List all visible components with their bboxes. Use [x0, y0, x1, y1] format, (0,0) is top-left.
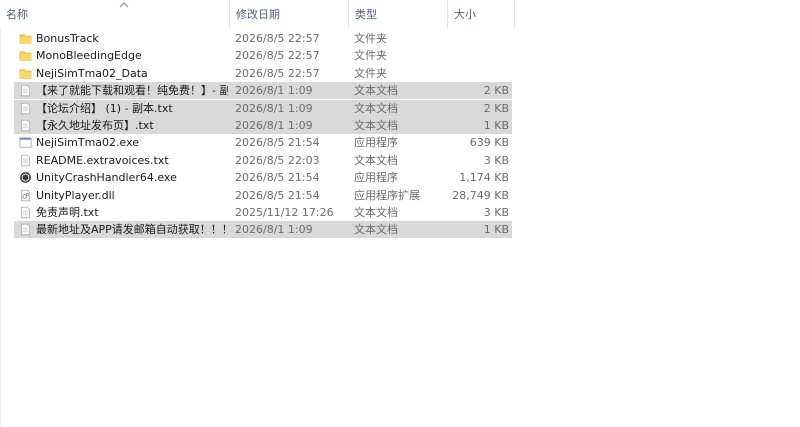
- folder-icon: [19, 65, 33, 82]
- file-date: 2026/8/5 21:54: [235, 171, 320, 185]
- file-row[interactable]: 【永久地址发布页】.txt 2026/8/1 1:09 文本文档 1 KB: [14, 117, 512, 134]
- text-file-icon: [19, 221, 33, 238]
- file-size: 1 KB: [483, 119, 509, 132]
- file-size: 1 KB: [483, 223, 509, 237]
- sort-ascending-icon: [119, 2, 129, 8]
- file-row[interactable]: 【来了就能下载和观看！纯免费！】- 副... 2026/8/1 1:09 文本文档 2…: [14, 82, 512, 100]
- file-type: 应用程序: [354, 136, 398, 150]
- file-date: 2026/8/5 22:57: [235, 49, 320, 63]
- column-header-size[interactable]: 大小: [448, 0, 514, 28]
- folder-icon: [19, 30, 33, 47]
- file-size: 3 KB: [483, 153, 509, 167]
- file-type: 文本文档: [354, 206, 398, 219]
- file-date: 2026/8/5 22:03: [235, 153, 320, 167]
- folder-icon: [19, 47, 33, 64]
- file-size: [444, 65, 509, 82]
- file-name: 【来了就能下载和观看！纯免费！】- 副...: [36, 84, 228, 98]
- column-header-type[interactable]: 类型: [349, 0, 447, 28]
- unity-icon: [19, 169, 33, 186]
- file-date: 2026/8/5 22:57: [235, 66, 320, 80]
- text-file-icon: [19, 204, 33, 221]
- file-date: 2026/8/1 1:09: [235, 84, 313, 98]
- column-divider[interactable]: [514, 0, 515, 28]
- file-row[interactable]: MonoBleedingEdge 2026/8/5 22:57 文件夹: [14, 47, 512, 64]
- file-type: 文本文档: [354, 223, 398, 237]
- column-header-name[interactable]: 名称: [0, 0, 229, 28]
- file-name: BonusTrack: [36, 32, 99, 45]
- text-file-icon: [19, 100, 33, 117]
- file-type: 应用程序: [354, 171, 398, 185]
- file-name: UnityCrashHandler64.exe: [36, 171, 177, 185]
- file-name: MonoBleedingEdge: [36, 49, 142, 63]
- file-date: 2026/8/1 1:09: [235, 119, 313, 132]
- file-type: 文本文档: [354, 101, 398, 115]
- text-file-icon: [19, 152, 33, 169]
- column-header-date-label: 修改日期: [236, 8, 280, 21]
- file-type: 文本文档: [354, 84, 398, 98]
- file-size: 3 KB: [483, 206, 509, 219]
- exe-icon: [19, 134, 33, 151]
- file-date: 2025/11/12 17:26: [235, 206, 334, 219]
- file-date: 2026/8/1 1:09: [235, 223, 313, 237]
- file-size: [444, 47, 509, 64]
- file-name: UnityPlayer.dll: [36, 188, 115, 202]
- file-name: 【永久地址发布页】.txt: [36, 119, 154, 132]
- column-header-type-label: 类型: [355, 8, 377, 21]
- text-file-icon: [19, 82, 33, 99]
- file-type: 文本文档: [354, 153, 398, 167]
- file-date: 2026/8/1 1:09: [235, 101, 313, 115]
- column-header-date[interactable]: 修改日期: [230, 0, 348, 28]
- file-name: NejiSimTma02_Data: [36, 66, 148, 80]
- file-size: 28,749 KB: [452, 188, 509, 202]
- file-size: 639 KB: [469, 136, 509, 150]
- file-row[interactable]: 免责声明.txt 2025/11/12 17:26 文本文档 3 KB: [14, 204, 512, 221]
- file-date: 2026/8/5 21:54: [235, 188, 320, 202]
- file-type: 文本文档: [354, 119, 398, 132]
- file-name: 最新地址及APP请发邮箱自动获取！！！...: [36, 223, 228, 237]
- dll-icon: [19, 187, 33, 204]
- file-row[interactable]: NejiSimTma02_Data 2026/8/5 22:57 文件夹: [14, 65, 512, 82]
- file-size: 2 KB: [483, 101, 509, 115]
- pane-edge: [0, 28, 1, 427]
- file-row[interactable]: 最新地址及APP请发邮箱自动获取！！！... 2026/8/1 1:09 文本文档 1…: [14, 221, 512, 239]
- file-type: 文件夹: [354, 32, 387, 45]
- file-row[interactable]: NejiSimTma02.exe 2026/8/5 21:54 应用程序 639 KB: [14, 134, 512, 151]
- file-row[interactable]: BonusTrack 2026/8/5 22:57 文件夹: [14, 30, 512, 47]
- file-name: 【论坛介绍】 (1) - 副本.txt: [36, 101, 173, 115]
- file-type: 应用程序扩展: [354, 188, 420, 202]
- file-type: 文件夹: [354, 49, 387, 63]
- column-header-size-label: 大小: [454, 8, 476, 21]
- column-header-bar: 名称 修改日期 类型 大小: [0, 0, 520, 28]
- column-header-name-label: 名称: [6, 8, 28, 21]
- text-file-icon: [19, 117, 33, 134]
- file-row[interactable]: UnityPlayer.dll 2026/8/5 21:54 应用程序扩展 28,74…: [14, 187, 512, 204]
- file-size: 1,174 KB: [459, 171, 509, 185]
- file-type: 文件夹: [354, 66, 387, 80]
- file-name: README.extravoices.txt: [36, 153, 169, 167]
- file-name: NejiSimTma02.exe: [36, 136, 140, 150]
- file-row[interactable]: 【论坛介绍】 (1) - 副本.txt 2026/8/1 1:09 文本文档 2 KB: [14, 99, 512, 117]
- file-date: 2026/8/5 22:57: [235, 32, 320, 45]
- file-row[interactable]: README.extravoices.txt 2026/8/5 22:03 文本文档…: [14, 152, 512, 169]
- file-size: 2 KB: [483, 84, 509, 98]
- file-date: 2026/8/5 21:54: [235, 136, 320, 150]
- file-row[interactable]: UnityCrashHandler64.exe 2026/8/5 21:54 应用程…: [14, 169, 512, 186]
- file-size: [444, 30, 509, 47]
- file-name: 免责声明.txt: [36, 206, 99, 219]
